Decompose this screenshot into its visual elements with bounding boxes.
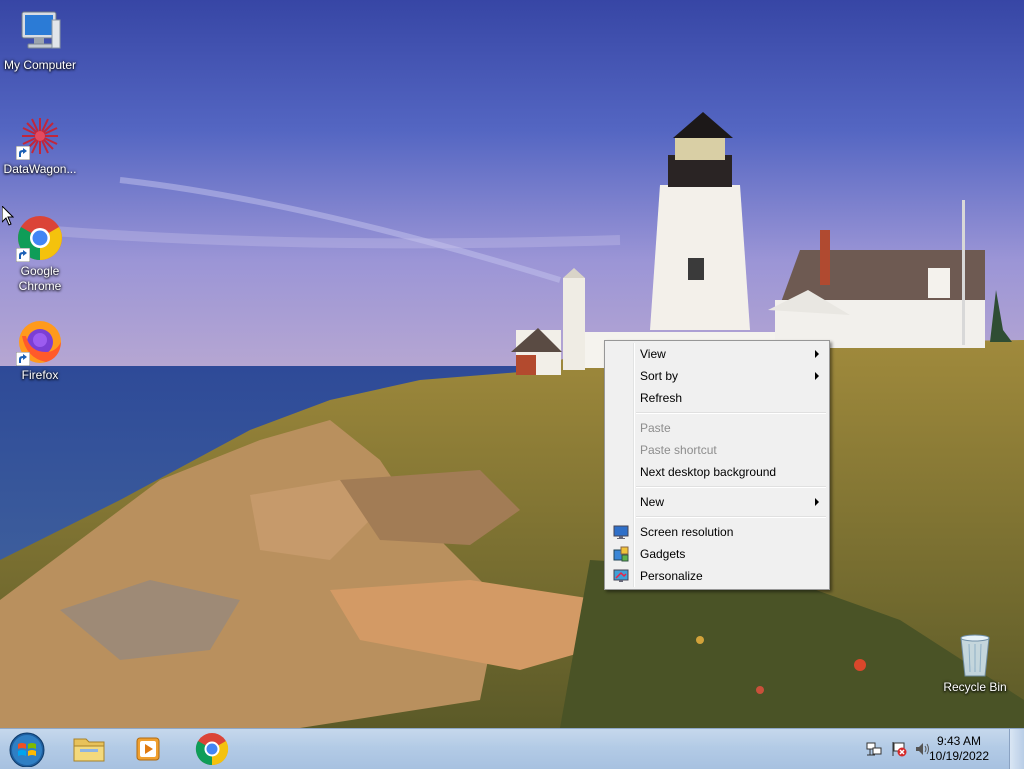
menu-item-label: Screen resolution bbox=[640, 525, 734, 539]
taskbar-clock[interactable]: 9:43 AM 10/19/2022 bbox=[924, 734, 994, 764]
network-icon[interactable] bbox=[866, 741, 882, 757]
shortcut-arrow-icon bbox=[16, 352, 30, 366]
menu-item-sort-by[interactable]: Sort by bbox=[607, 365, 827, 387]
desktop-icon-label: Firefox bbox=[21, 368, 59, 382]
desktop-context-menu: View Sort by Refresh Paste Paste shortcu… bbox=[604, 340, 830, 590]
recycle-bin-icon bbox=[960, 634, 990, 677]
desktop-icon-firefox[interactable]: Firefox bbox=[0, 318, 80, 383]
menu-item-paste-shortcut: Paste shortcut bbox=[607, 439, 827, 461]
menu-separator bbox=[636, 486, 826, 488]
menu-item-label: Refresh bbox=[640, 391, 683, 405]
mouse-cursor-icon bbox=[2, 206, 14, 226]
shortcut-arrow-icon bbox=[16, 248, 30, 262]
taskbar-file-explorer[interactable] bbox=[62, 731, 116, 767]
desktop-icon-google-chrome[interactable]: Google Chrome bbox=[0, 214, 80, 294]
menu-item-label: Gadgets bbox=[640, 547, 686, 561]
menu-item-label: Next desktop background bbox=[640, 465, 777, 479]
menu-item-label: Paste bbox=[640, 421, 671, 435]
desktop-icon-label: My Computer bbox=[3, 58, 77, 72]
submenu-arrow-icon bbox=[815, 498, 819, 506]
start-button[interactable] bbox=[0, 731, 56, 768]
menu-item-next-desktop-background[interactable]: Next desktop background bbox=[607, 461, 827, 483]
menu-item-label: Sort by bbox=[640, 369, 679, 383]
menu-item-gadgets[interactable]: Gadgets bbox=[607, 543, 827, 565]
submenu-arrow-icon bbox=[815, 372, 819, 380]
lighthouse-wallpaper bbox=[0, 0, 1024, 728]
action-center-icon[interactable] bbox=[891, 741, 907, 757]
menu-item-label: New bbox=[640, 495, 665, 509]
menu-item-refresh[interactable]: Refresh bbox=[607, 387, 827, 409]
menu-item-label: View bbox=[640, 347, 666, 361]
menu-item-personalize[interactable]: Personalize bbox=[607, 565, 827, 587]
desktop-icon-datawagon[interactable]: DataWagon... bbox=[0, 112, 80, 177]
menu-item-screen-resolution[interactable]: Screen resolution bbox=[607, 521, 827, 543]
shortcut-arrow-icon bbox=[16, 146, 30, 160]
taskbar: 9:43 AM 10/19/2022 bbox=[0, 728, 1024, 769]
personalize-icon bbox=[613, 569, 629, 582]
clock-date: 10/19/2022 bbox=[928, 749, 990, 763]
menu-separator bbox=[636, 516, 826, 518]
clock-time: 9:43 AM bbox=[936, 734, 982, 748]
menu-item-new[interactable]: New bbox=[607, 491, 827, 513]
taskbar-media-player[interactable] bbox=[122, 731, 176, 767]
show-desktop-button[interactable] bbox=[1009, 729, 1024, 769]
media-player-icon bbox=[136, 737, 160, 761]
gadgets-icon bbox=[613, 546, 629, 562]
chrome-icon bbox=[195, 733, 229, 766]
desktop-icon-recycle-bin[interactable]: Recycle Bin bbox=[935, 630, 1015, 695]
monitor-icon bbox=[613, 525, 629, 539]
menu-item-paste: Paste bbox=[607, 417, 827, 439]
desktop-icon-my-computer[interactable]: My Computer bbox=[0, 8, 80, 73]
desktop-icon-label: Recycle Bin bbox=[943, 680, 1007, 694]
computer-icon bbox=[21, 11, 61, 49]
submenu-arrow-icon bbox=[815, 350, 819, 358]
desktop-icon-label: Google Chrome bbox=[18, 264, 62, 293]
file-explorer-icon bbox=[73, 738, 105, 762]
menu-item-view[interactable]: View bbox=[607, 343, 827, 365]
desktop-icon-label: DataWagon... bbox=[3, 162, 77, 176]
menu-item-label: Paste shortcut bbox=[640, 443, 717, 457]
taskbar-google-chrome[interactable] bbox=[184, 731, 238, 767]
start-orb-icon bbox=[9, 732, 45, 768]
menu-item-label: Personalize bbox=[640, 569, 703, 583]
desktop[interactable]: My Computer DataWagon... Google Chrome F… bbox=[0, 0, 1024, 728]
menu-separator bbox=[636, 412, 826, 414]
